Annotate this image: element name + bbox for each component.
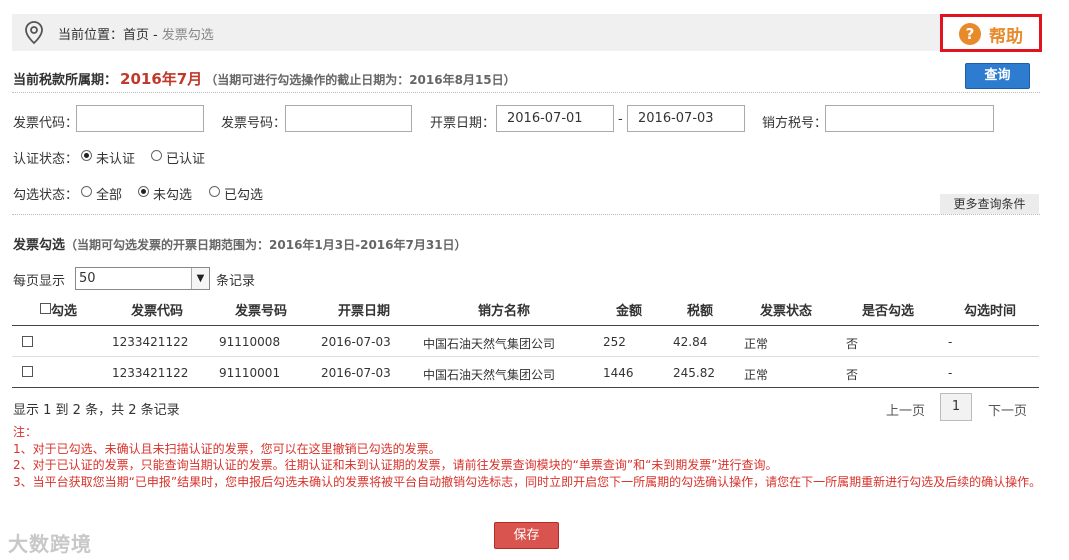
tax-period-month: 2016年7月 — [120, 70, 203, 88]
column-header-invoice-date: 开票日期 — [338, 304, 391, 319]
cell-invoice-date: 2016-07-03 — [321, 366, 391, 380]
invoice-number-label: 发票号码： — [221, 116, 287, 131]
cell-invoice-code: 1233421122 — [112, 335, 189, 349]
save-button[interactable]: 保存 — [494, 522, 559, 549]
cell-invoice-number: 91110008 — [219, 335, 281, 349]
prev-page-link[interactable]: 上一页 — [886, 400, 925, 419]
tax-period-note: （当期可进行勾选操作的截止日期为：2016年8月15日） — [205, 73, 516, 87]
location-pin-icon — [25, 21, 43, 45]
help-button[interactable]: ? 帮助 — [940, 14, 1042, 52]
help-question-icon: ? — [959, 23, 981, 45]
date-to-input[interactable]: 2016-07-03 — [627, 105, 745, 132]
date-range-separator: - — [618, 112, 623, 127]
check-status-label: 勾选状态： — [13, 188, 79, 203]
note-item: 3、当平台获取您当期“已申报”结果时，您申报后勾选未确认的发票将被平台自动撤销勾… — [13, 474, 1042, 489]
cell-tax: 245.82 — [673, 366, 715, 380]
query-button[interactable]: 查询 — [965, 63, 1030, 89]
page-size-suffix: 条记录 — [216, 274, 256, 289]
select-all-checkbox[interactable] — [40, 303, 51, 314]
seller-tax-id-label: 销方税号： — [762, 116, 828, 131]
table-header-border — [12, 325, 1039, 326]
date-from-input[interactable]: 2016-07-01 — [496, 105, 614, 132]
section-title-text: 发票勾选 — [13, 238, 66, 253]
section-title: 发票勾选（当期可勾选发票的开票日期范围为：2016年1月3日-2016年7月31… — [13, 234, 467, 253]
cell-tax: 42.84 — [673, 335, 708, 349]
cell-invoice-number: 91110001 — [219, 366, 281, 380]
cell-invoice-code: 1233421122 — [112, 366, 189, 380]
check-status-option-all[interactable]: 全部 — [96, 184, 122, 203]
column-header-invoice-status: 发票状态 — [760, 304, 813, 319]
row-divider — [12, 356, 1039, 357]
section-note: （当期可勾选发票的开票日期范围为：2016年1月3日-2016年7月31日） — [65, 238, 467, 252]
check-status-radio-unchecked[interactable] — [138, 186, 149, 197]
divider — [12, 214, 1040, 215]
tax-period-line: 当前税款所属期： 2016年7月 （当期可进行勾选操作的截止日期为：2016年8月1… — [13, 68, 516, 89]
records-summary: 显示 1 到 2 条，共 2 条记录 — [13, 403, 180, 418]
note-item: 1、对于已勾选、未确认且未扫描认证的发票，您可以在这里撤销已勾选的发票。 — [13, 441, 441, 456]
page-size-value: 50 — [79, 271, 96, 286]
breadcrumb: 当前位置：首页 - 发票勾选 — [58, 24, 214, 43]
breadcrumb-bar: 当前位置：首页 - 发票勾选 — [12, 14, 1042, 51]
cell-check-time: - — [948, 366, 953, 380]
invoice-code-input[interactable] — [76, 105, 204, 132]
invoice-code-label: 发票代码： — [13, 116, 79, 131]
more-query-conditions-button[interactable]: 更多查询条件 — [940, 194, 1039, 214]
breadcrumb-home-link[interactable]: 首页 — [123, 28, 149, 43]
column-header-is-checked: 是否勾选 — [862, 304, 915, 319]
cert-status-option-certified[interactable]: 已认证 — [166, 148, 205, 167]
page-number-button[interactable]: 1 — [940, 393, 972, 421]
column-header-invoice-code: 发票代码 — [131, 304, 184, 319]
page-size-select[interactable]: 50 ▼ — [75, 267, 210, 290]
cert-status-option-uncertified[interactable]: 未认证 — [96, 148, 135, 167]
cell-seller-name: 中国石油天然气集团公司 — [423, 337, 556, 351]
cell-invoice-status: 正常 — [744, 368, 769, 382]
check-status-radio-all[interactable] — [81, 186, 92, 197]
check-status-option-unchecked[interactable]: 未勾选 — [153, 184, 192, 203]
tax-period-label: 当前税款所属期： — [13, 73, 118, 88]
column-header-seller-name: 销方名称 — [478, 304, 531, 319]
cell-check-time: - — [948, 335, 953, 349]
cell-is-checked: 否 — [846, 368, 859, 382]
check-status-option-checked[interactable]: 已勾选 — [224, 184, 263, 203]
cell-invoice-status: 正常 — [744, 337, 769, 351]
cell-amount: 1446 — [603, 366, 634, 380]
row-checkbox[interactable] — [22, 366, 33, 377]
notes-title: 注： — [13, 425, 38, 439]
note-item: 2、对于已认证的发票，只能查询当期认证的发票。往期认证和未到认证期的发票，请前往… — [13, 458, 778, 472]
breadcrumb-prefix: 当前位置： — [58, 28, 124, 43]
breadcrumb-current: 发票勾选 — [161, 28, 214, 43]
cell-is-checked: 否 — [846, 337, 859, 351]
column-header-select: 勾选 — [51, 304, 78, 319]
cert-status-label: 认证状态： — [13, 152, 79, 167]
row-checkbox[interactable] — [22, 336, 33, 347]
column-header-amount: 金额 — [616, 304, 643, 319]
cell-amount: 252 — [603, 335, 626, 349]
chevron-down-icon: ▼ — [191, 268, 209, 289]
next-page-link[interactable]: 下一页 — [988, 400, 1027, 419]
invoice-date-label: 开票日期： — [430, 116, 496, 131]
help-label: 帮助 — [989, 27, 1023, 47]
column-header-check-time: 勾选时间 — [964, 304, 1017, 319]
column-header-invoice-number: 发票号码 — [235, 304, 288, 319]
notes-section: 注： 1、对于已勾选、未确认且未扫描认证的发票，您可以在这里撤销已勾选的发票。 … — [13, 424, 1043, 490]
column-header-tax: 税额 — [687, 304, 714, 319]
invoice-number-input[interactable] — [285, 105, 412, 132]
seller-tax-id-input[interactable] — [825, 105, 994, 132]
cell-invoice-date: 2016-07-03 — [321, 335, 391, 349]
divider — [12, 92, 1040, 93]
cert-status-radio-certified[interactable] — [151, 150, 162, 161]
table-bottom-border — [12, 387, 1039, 388]
watermark-logo: 大数跨境 — [8, 532, 92, 556]
breadcrumb-separator: - — [153, 28, 158, 43]
page-size-prefix: 每页显示 — [13, 274, 66, 289]
cell-seller-name: 中国石油天然气集团公司 — [423, 368, 556, 382]
check-status-radio-checked[interactable] — [209, 186, 220, 197]
cert-status-radio-uncertified[interactable] — [81, 150, 92, 161]
